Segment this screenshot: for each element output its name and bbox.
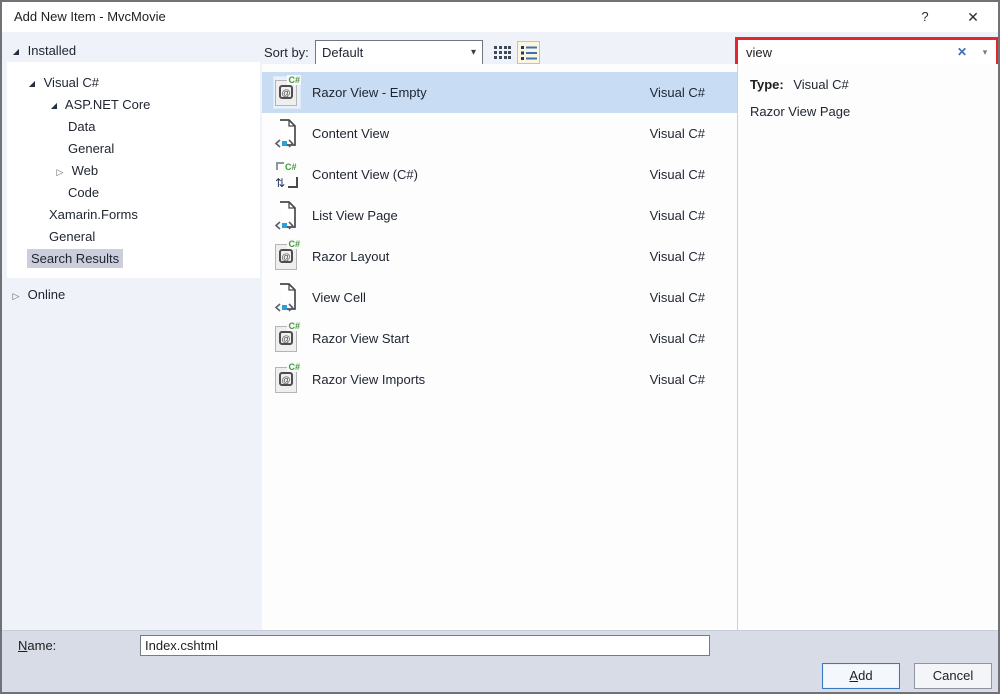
clear-search-icon[interactable]: ✕ [952,40,972,64]
sidebar-group-installed[interactable]: ◢ Installed [8,40,76,62]
sidebar-group-online[interactable]: ▷ Online [8,284,65,306]
close-icon[interactable]: ✕ [952,2,994,32]
svg-text:C#: C# [285,162,297,172]
content-view-icon [274,118,300,149]
template-row[interactable]: @ C# Razor Layout Visual C# [262,236,737,277]
sort-by-dropdown[interactable]: Default ▾ [315,40,483,65]
list-view-button[interactable] [517,41,540,64]
help-icon[interactable]: ? [904,2,946,32]
search-dropdown-icon[interactable]: ▾ [977,40,993,64]
template-description: Razor View Page [750,104,850,119]
sort-by-label: Sort by: [264,41,309,65]
template-row[interactable]: Content View Visual C# [262,113,737,154]
tree-item-general[interactable]: General [7,138,260,160]
content-view-cs-icon: C# ⇅ [274,159,300,190]
template-list: @ C# Razor View - Empty Visual C# Conten… [262,64,737,630]
footer-bar: Name: Add Cancel [2,630,998,692]
content-view-icon [274,282,300,313]
type-value: Visual C# [793,77,848,92]
tree-item-search-results[interactable]: Search Results [7,248,260,270]
razor-view-icon: @ C# [274,323,300,354]
template-row[interactable]: @ C# Razor View Imports Visual C# [262,359,737,400]
small-icons-icon [494,46,511,60]
tree-item-code[interactable]: Code [7,182,260,204]
tree-item-xamarin-forms[interactable]: Xamarin.Forms [7,204,260,226]
title-bar: Add New Item - MvcMovie ? ✕ [2,2,998,32]
name-input[interactable] [140,635,710,656]
category-tree: ◢ Visual C# ◢ ASP.NET Core Data General … [7,62,260,278]
chevron-expanded-icon[interactable]: ◢ [46,95,62,117]
type-label: Type: [750,77,784,92]
chevron-collapsed-icon[interactable]: ▷ [52,161,68,183]
dialog-title: Add New Item - MvcMovie [14,2,166,32]
chevron-down-icon: ▾ [471,41,476,64]
sidebar-group-label: Installed [28,43,76,58]
sort-by-value: Default [322,45,363,60]
add-new-item-dialog: Add New Item - MvcMovie ? ✕ ◢ Installed … [0,0,1000,694]
template-details-panel: Type: Visual C# Razor View Page [738,64,1000,630]
template-row[interactable]: @ C# Razor View Start Visual C# [262,318,737,359]
tree-item-visual-csharp[interactable]: ◢ Visual C# [7,72,260,94]
chevron-expanded-icon[interactable]: ◢ [24,73,40,95]
svg-text:⇅: ⇅ [275,176,285,190]
chevron-expanded-icon[interactable]: ◢ [8,41,24,63]
name-label: Name: [18,635,56,657]
tree-item-data[interactable]: Data [7,116,260,138]
search-box-highlighted: ✕ ▾ [735,37,999,67]
razor-view-icon: @ C# [274,364,300,395]
template-row[interactable]: @ C# Razor View - Empty Visual C# [262,72,737,113]
list-view-icon [521,46,537,60]
chevron-collapsed-icon[interactable]: ▷ [8,285,24,307]
razor-view-icon: @ C# [274,77,300,108]
content-view-icon [274,200,300,231]
razor-view-icon: @ C# [274,241,300,272]
tree-item-general-2[interactable]: General [7,226,260,248]
tree-item-web[interactable]: ▷ Web [7,160,260,182]
template-row[interactable]: List View Page Visual C# [262,195,737,236]
add-button[interactable]: Add [822,663,900,689]
template-row[interactable]: View Cell Visual C# [262,277,737,318]
small-icons-view-button[interactable] [491,41,514,64]
sidebar-group-label: Online [28,287,66,302]
cancel-button[interactable]: Cancel [914,663,992,689]
tree-item-aspnet-core[interactable]: ◢ ASP.NET Core [7,94,260,116]
template-row[interactable]: C# ⇅ Content View (C#) Visual C# [262,154,737,195]
